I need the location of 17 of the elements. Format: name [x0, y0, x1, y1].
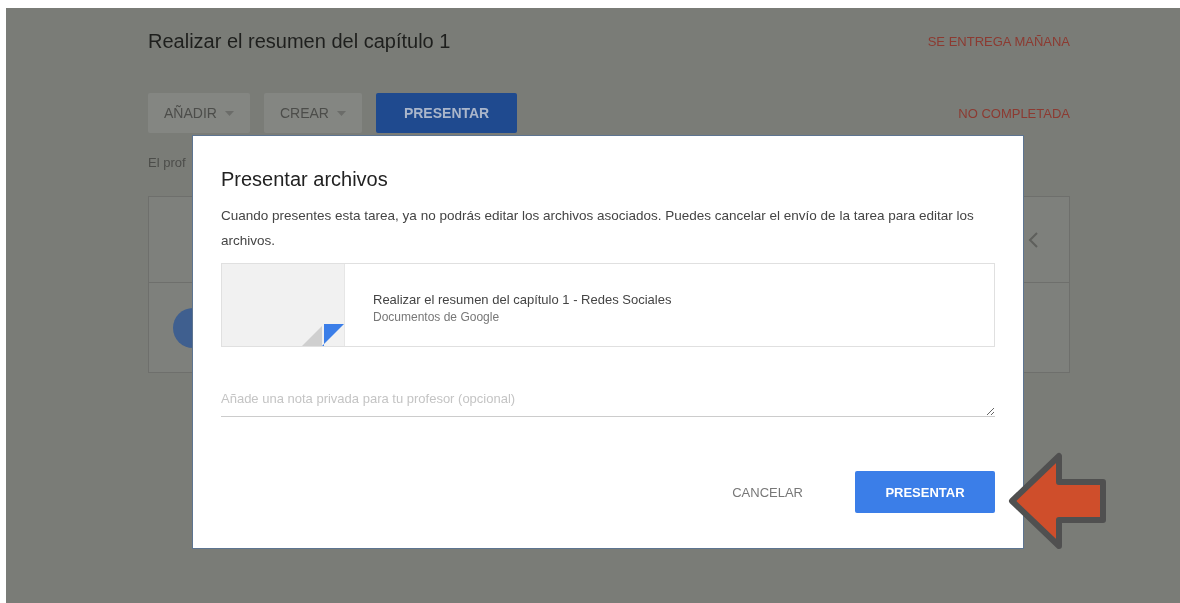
chevron-icon[interactable] [1027, 230, 1039, 249]
dropdown-button[interactable]: CREAR [263, 93, 362, 133]
dropdown-button[interactable]: AÑADIR [148, 93, 250, 133]
dialog-title: Presentar archivos [221, 168, 389, 191]
arrow-annotation-icon [1008, 452, 1108, 550]
dialog-message: Cuando presentes esta tarea, ya no podrás editar los archivos asociados. Puedes cancelar el envío de la tarea para editar los archivos. [221, 207, 975, 250]
cancel-button[interactable]: CANCELAR [726, 471, 809, 513]
file-type: Documentos de Google [373, 310, 501, 324]
file-name: Realizar el resumen del capítulo 1 - Redes Sociales [373, 292, 672, 307]
assignment-title: Realizar el resumen del capítulo 1 [148, 30, 451, 53]
caret-icon [336, 110, 346, 116]
status-label: NO COMPLETADA [958, 105, 1070, 121]
caret-icon [224, 110, 234, 116]
submit-button[interactable]: PRESENTAR [375, 93, 518, 133]
file-card[interactable]: Realizar el resumen del capítulo 1 - Redes Sociales Documentos de Google [221, 263, 995, 347]
submit-button[interactable]: PRESENTAR [855, 471, 995, 513]
due-label: SE ENTREGA MAÑANA [927, 34, 1070, 49]
